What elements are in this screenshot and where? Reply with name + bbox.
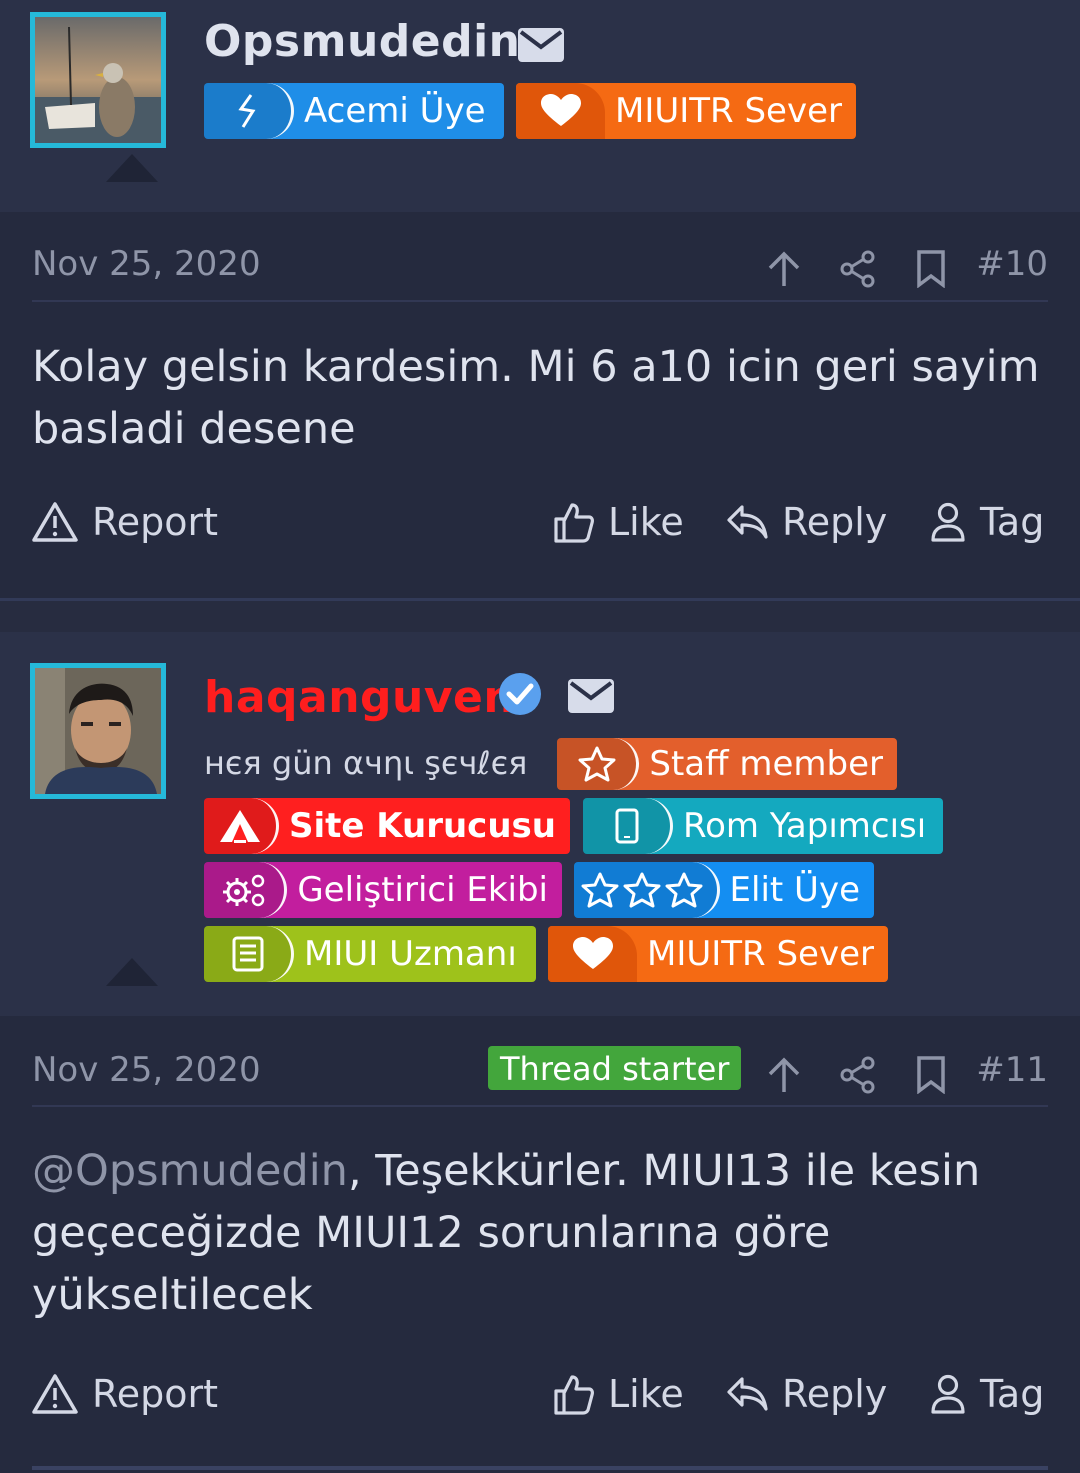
post-date[interactable]: Nov 25, 2020: [32, 244, 261, 284]
divider: [32, 1105, 1048, 1107]
report-label: Report: [92, 500, 218, 544]
book-icon: [204, 926, 294, 982]
heart-icon: [516, 83, 605, 139]
three-stars-icon: [574, 862, 720, 918]
post-date[interactable]: Nov 25, 2020: [32, 1050, 261, 1090]
gears-icon: [204, 862, 288, 918]
bookmark-icon[interactable]: [916, 250, 946, 288]
badge-rom-yapimcisi: Rom Yapımcısı: [583, 798, 943, 854]
avatar-pointer: [106, 154, 158, 182]
avatar-opsmudedin[interactable]: [30, 12, 166, 148]
verified-icon: [499, 673, 541, 715]
post-10-user-block: Opsmudedin Acemi Üye MIUITR Sever: [0, 0, 1080, 212]
badge-label: MIUI Uzmanı: [304, 934, 517, 974]
badge-label: Staff member: [649, 744, 883, 784]
share-icon[interactable]: [840, 250, 876, 288]
tag-label: Tag: [980, 1372, 1045, 1416]
avatar-pointer: [106, 958, 158, 986]
reply-icon: [727, 1377, 768, 1411]
star-outline-icon: [557, 738, 640, 790]
badge-label: Geliştirici Ekibi: [297, 870, 548, 910]
thread-starter-badge: Thread starter: [488, 1046, 742, 1090]
arrow-up-icon[interactable]: [766, 250, 802, 288]
badge-label: MIUITR Sever: [647, 934, 874, 974]
reply-button[interactable]: Reply: [726, 1372, 887, 1416]
warning-icon: [32, 502, 78, 542]
badge-miui-uzmani: MIUI Uzmanı: [204, 926, 536, 982]
badge-label: Acemi Üye: [304, 91, 486, 131]
leaf-icon: [204, 83, 294, 139]
badge-site-kurucusu: Site Kurucusu: [204, 798, 570, 854]
post-meta: Nov 25, 2020 #10: [32, 244, 1048, 304]
reply-icon: [727, 505, 768, 539]
thumbs-up-icon: [554, 1375, 594, 1415]
post-actions: Report Like Reply Tag: [32, 500, 1048, 560]
reply-label: Reply: [782, 1372, 888, 1416]
like-label: Like: [608, 500, 684, 544]
user-icon: [931, 502, 965, 542]
post-message: @Opsmudedin, Teşekkürler. MIUI13 ile kes…: [32, 1140, 1040, 1326]
report-button[interactable]: Report: [32, 500, 218, 544]
heart-icon: [548, 926, 637, 982]
divider: [32, 300, 1048, 302]
tag-button[interactable]: Tag: [930, 1372, 1044, 1416]
badge-elit-uye: Elit Üye: [574, 862, 874, 918]
tent-icon: [204, 798, 279, 854]
report-button[interactable]: Report: [32, 1372, 218, 1416]
post-number[interactable]: #10: [976, 244, 1048, 284]
badge-label: Rom Yapımcısı: [683, 806, 927, 846]
post-message: Kolay gelsin kardesim. Mi 6 a10 icin ger…: [32, 342, 1040, 454]
post-actions: Report Like Reply Tag: [32, 1372, 1048, 1432]
like-button[interactable]: Like: [554, 1372, 684, 1416]
like-button[interactable]: Like: [554, 500, 684, 544]
post-11-user-block: haqanguven нєя gün αчηι şєчℓєя Staff mem…: [0, 632, 1080, 1016]
post-separator: [0, 598, 1080, 632]
like-label: Like: [608, 1372, 684, 1416]
post-meta: Nov 25, 2020 Thread starter #11: [32, 1046, 1048, 1110]
thumbs-up-icon: [554, 503, 594, 543]
tag-label: Tag: [980, 500, 1045, 544]
user-title: нєя gün αчηι şєчℓєя: [204, 744, 528, 782]
tag-button[interactable]: Tag: [930, 500, 1044, 544]
badge-label: MIUITR Sever: [615, 91, 842, 131]
avatar-image: [35, 668, 161, 794]
arrow-up-icon[interactable]: [766, 1056, 802, 1094]
user-icon: [931, 1374, 965, 1414]
badge-miuitr-sever: MIUITR Sever: [548, 926, 888, 982]
post-10-content: Nov 25, 2020 #10 Kolay gelsin kardesim. …: [0, 212, 1080, 598]
avatar-haqanguven[interactable]: [30, 663, 166, 799]
badge-gelistirici-ekibi: Geliştirici Ekibi: [204, 862, 562, 918]
bookmark-icon[interactable]: [916, 1056, 946, 1094]
report-label: Report: [92, 1372, 218, 1416]
phone-icon: [583, 798, 673, 854]
username[interactable]: Opsmudedin: [204, 16, 521, 67]
mail-icon[interactable]: [568, 679, 614, 713]
badge-label: Elit Üye: [729, 870, 860, 910]
bottom-divider: [32, 1466, 1048, 1470]
post-number[interactable]: #11: [976, 1050, 1048, 1090]
share-icon[interactable]: [840, 1056, 876, 1094]
warning-icon: [32, 1374, 78, 1414]
username[interactable]: haqanguven: [204, 672, 515, 723]
badge-label: Site Kurucusu: [288, 806, 556, 846]
reply-button[interactable]: Reply: [726, 500, 887, 544]
badge-acemi-uye: Acemi Üye: [204, 83, 504, 139]
post-11-content: Nov 25, 2020 Thread starter #11 @Opsmude…: [0, 1016, 1080, 1473]
reply-label: Reply: [782, 500, 888, 544]
badge-staff-member: Staff member: [557, 738, 897, 790]
badge-miuitr-sever: MIUITR Sever: [516, 83, 856, 139]
mail-icon[interactable]: [518, 28, 564, 62]
avatar-image: [35, 17, 161, 143]
mention-link[interactable]: @Opsmudedin: [32, 1146, 348, 1196]
